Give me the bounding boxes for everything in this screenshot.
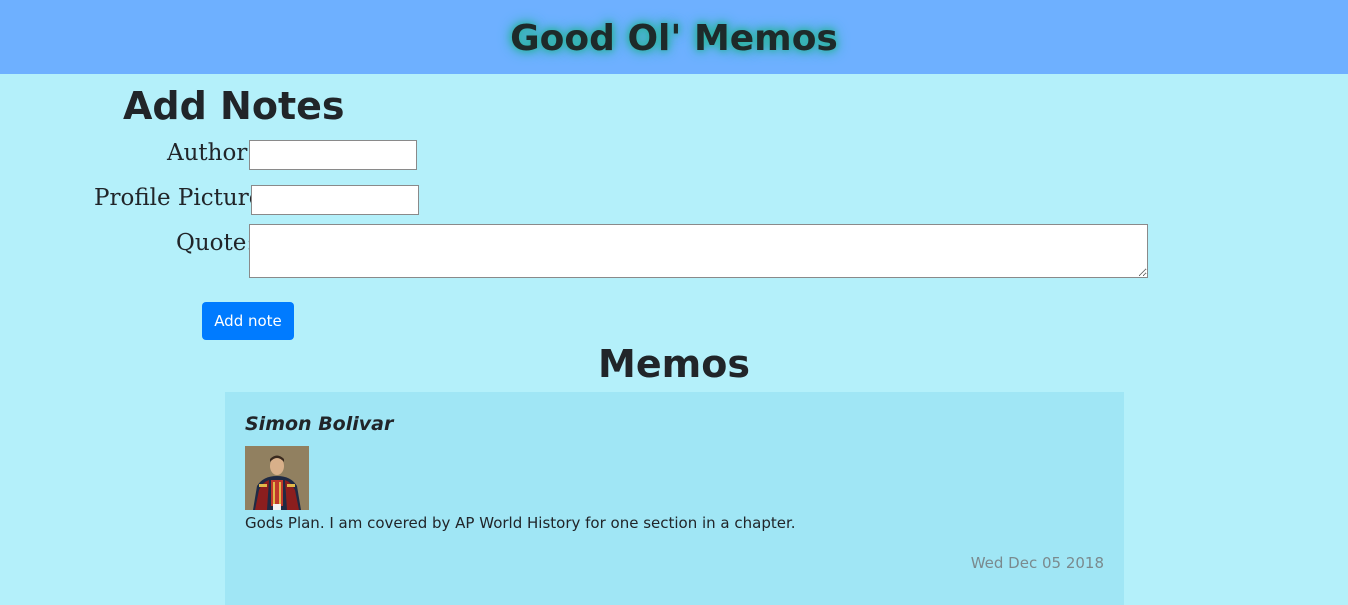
author-input[interactable] bbox=[249, 140, 417, 170]
add-note-button[interactable]: Add note bbox=[202, 302, 294, 340]
quote-label: Quote: bbox=[176, 230, 255, 256]
memos-heading: Memos bbox=[598, 342, 750, 386]
memo-card: Simon Bolivar Gods Plan. I am covered by… bbox=[225, 392, 1124, 605]
quote-textarea[interactable] bbox=[249, 224, 1148, 278]
memo-date: Wed Dec 05 2018 bbox=[970, 554, 1104, 572]
memo-avatar-portrait-image bbox=[245, 446, 309, 510]
profile-picture-label: Profile Picture: bbox=[94, 185, 271, 211]
profile-picture-input[interactable] bbox=[251, 185, 419, 215]
author-label: Author: bbox=[167, 140, 256, 166]
memo-quote: Gods Plan. I am covered by AP World Hist… bbox=[245, 514, 796, 532]
add-notes-heading: Add Notes bbox=[123, 84, 345, 128]
app-title: Good Ol' Memos bbox=[510, 18, 838, 59]
app-header: Good Ol' Memos bbox=[0, 0, 1348, 74]
memo-author: Simon Bolivar bbox=[245, 413, 394, 435]
